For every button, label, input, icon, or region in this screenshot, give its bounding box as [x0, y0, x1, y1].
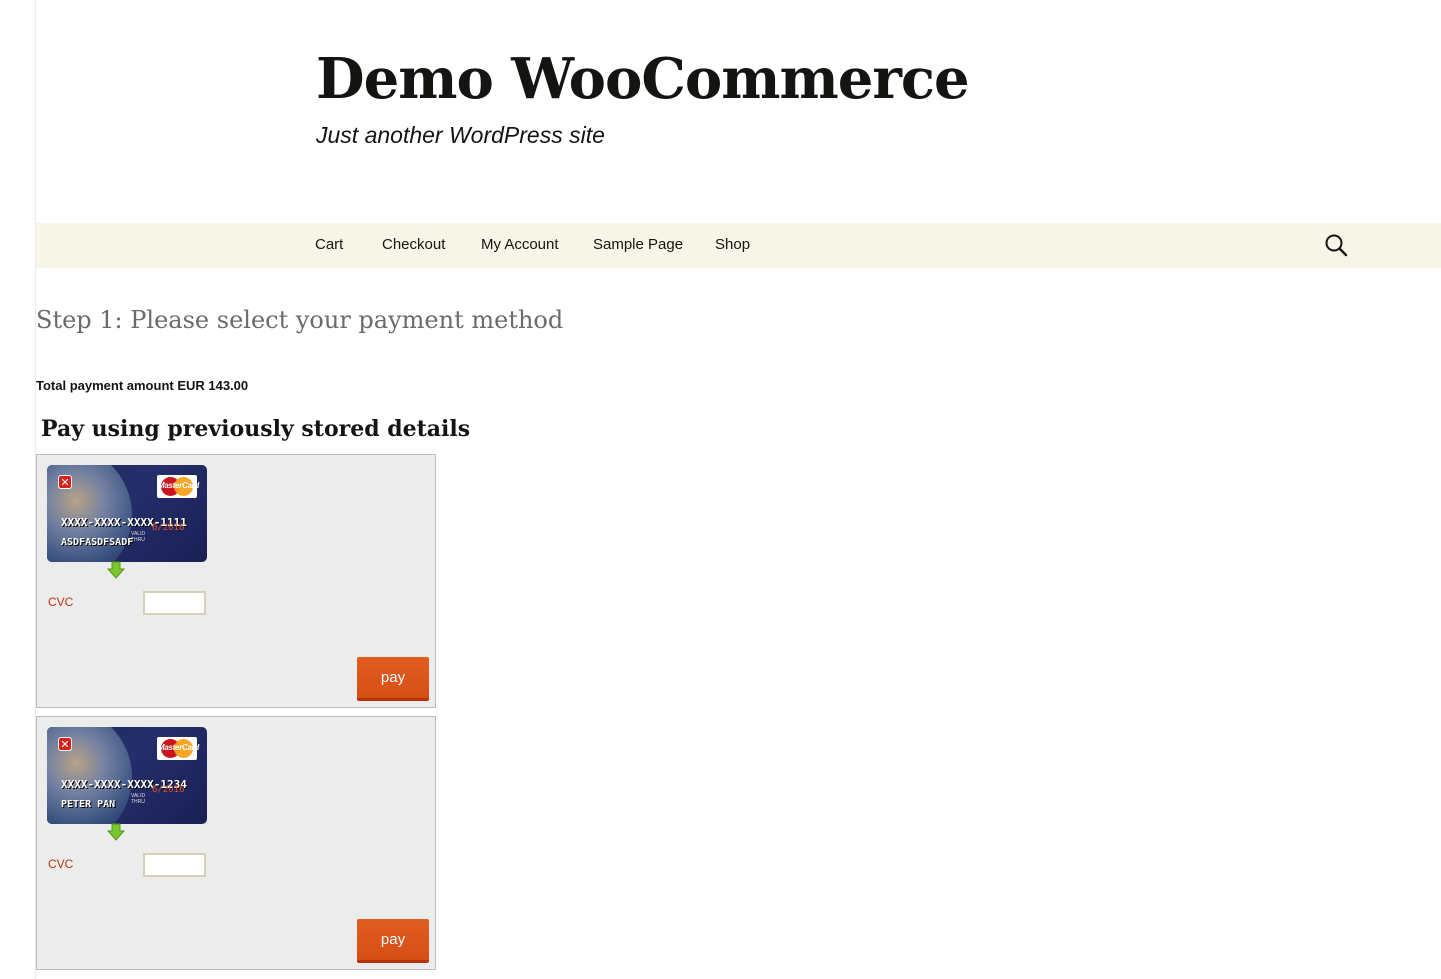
card-holder-name: ASDFASDFSADF: [61, 537, 134, 548]
card-brand: MasterCard: [158, 743, 200, 752]
arrow-down-icon[interactable]: [106, 561, 126, 579]
site-title[interactable]: Demo WooCommerce: [316, 46, 970, 112]
arrow-down-icon[interactable]: [106, 823, 126, 841]
card-holder-name: PETER PAN: [61, 799, 116, 810]
delete-card-icon[interactable]: ✕: [58, 475, 72, 489]
nav-item-shop[interactable]: Shop: [715, 236, 750, 253]
nav-item-cart[interactable]: Cart: [315, 236, 343, 253]
site-header: Demo WooCommerce Just another WordPress …: [36, 0, 1441, 223]
nav-item-sample-page[interactable]: Sample Page: [593, 236, 683, 253]
total-amount: Total payment amount EUR 143.00: [36, 378, 249, 393]
cvc-input[interactable]: [143, 853, 206, 877]
cvc-input[interactable]: [143, 591, 206, 615]
nav-item-my-account[interactable]: My Account: [481, 236, 559, 253]
step-title: Step 1: Please select your payment metho…: [36, 306, 564, 334]
valid-thru-label: VALID THRU: [131, 793, 146, 805]
card-brand: MasterCard: [158, 481, 200, 490]
credit-card-image[interactable]: ✕ MasterCard XXXX-XXXX-XXXX-1234 VALID T…: [47, 727, 207, 824]
pay-button[interactable]: pay: [357, 657, 429, 701]
cvc-label: CVC: [48, 857, 74, 871]
card-expiry: 6/2016: [152, 785, 185, 795]
main-navigation: Cart Checkout My Account Sample Page Sho…: [36, 223, 1441, 268]
stored-details-title: Pay using previously stored details: [41, 416, 471, 442]
mastercard-logo: MasterCard: [157, 737, 200, 760]
card-expiry: 6/2016: [152, 523, 185, 533]
site-tagline: Just another WordPress site: [316, 122, 605, 148]
cvc-label: CVC: [48, 595, 74, 609]
valid-thru-label: VALID THRU: [131, 531, 146, 543]
credit-card-image[interactable]: ✕ MasterCard XXXX-XXXX-XXXX-1111 VALID T…: [47, 465, 207, 562]
stored-card-panel: ✕ MasterCard XXXX-XXXX-XXXX-1111 VALID T…: [36, 454, 436, 708]
nav-item-checkout[interactable]: Checkout: [382, 236, 445, 253]
pay-button[interactable]: pay: [357, 919, 429, 963]
search-icon[interactable]: [1324, 233, 1350, 259]
delete-card-icon[interactable]: ✕: [58, 737, 72, 751]
stored-card-panel: ✕ MasterCard XXXX-XXXX-XXXX-1234 VALID T…: [36, 716, 436, 970]
mastercard-logo: MasterCard: [157, 475, 200, 498]
